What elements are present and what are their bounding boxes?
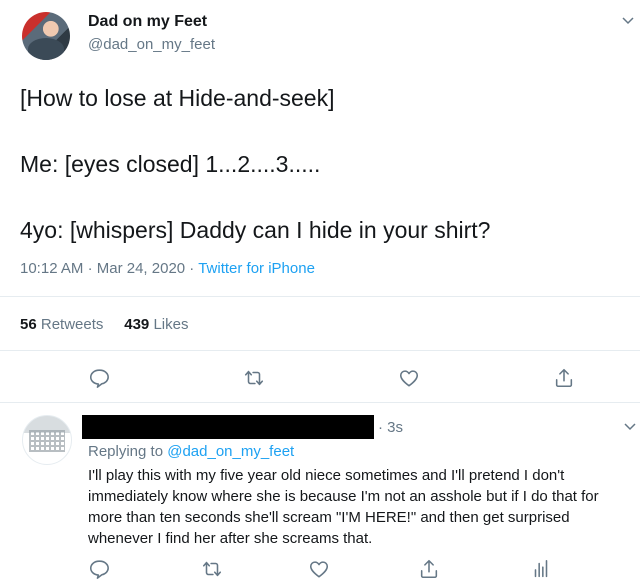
retweets-label: Retweets — [40, 316, 104, 333]
tweet-time[interactable]: 10:12 AM — [20, 260, 83, 277]
divider — [0, 350, 640, 351]
likes-stat[interactable]: 439 Likes — [124, 316, 188, 333]
tweet-stats: 56 Retweets 439 Likes — [20, 316, 188, 333]
author-avatar[interactable] — [22, 12, 70, 60]
replying-to-handle[interactable]: @dad_on_my_feet — [167, 443, 294, 460]
replying-prefix: Replying to — [88, 443, 164, 460]
meta-separator: · — [87, 260, 93, 277]
retweets-stat[interactable]: 56 Retweets — [20, 316, 103, 333]
reply-icon[interactable] — [88, 367, 110, 389]
chevron-down-icon[interactable] — [624, 420, 636, 432]
reply-author-avatar[interactable] — [22, 415, 72, 465]
author-display-name[interactable]: Dad on my Feet — [88, 13, 207, 31]
tweet-text: [How to lose at Hide-and-seek] Me: [eyes… — [20, 85, 491, 243]
divider — [0, 402, 640, 403]
retweets-count: 56 — [20, 316, 37, 333]
tweet-meta: 10:12 AM · Mar 24, 2020 · Twitter for iP… — [20, 260, 315, 277]
reply-timestamp[interactable]: · 3s — [378, 419, 403, 436]
analytics-icon[interactable] — [530, 558, 552, 580]
redacted-author-name — [82, 415, 374, 439]
author-handle[interactable]: @dad_on_my_feet — [88, 36, 215, 53]
retweet-icon[interactable] — [243, 367, 265, 389]
divider — [0, 296, 640, 297]
like-icon[interactable] — [308, 558, 330, 580]
likes-count: 439 — [124, 316, 150, 333]
reply-text: I'll play this with my five year old nie… — [88, 467, 599, 547]
meta-separator: · — [189, 260, 195, 277]
chevron-down-icon[interactable] — [622, 14, 634, 26]
tweet-source-link[interactable]: Twitter for iPhone — [198, 260, 315, 277]
share-icon[interactable] — [553, 367, 575, 389]
retweet-icon[interactable] — [201, 558, 223, 580]
replying-to-line: Replying to @dad_on_my_feet — [88, 443, 294, 460]
likes-label: Likes — [153, 316, 189, 333]
share-icon[interactable] — [418, 558, 440, 580]
like-icon[interactable] — [398, 367, 420, 389]
tweet-date[interactable]: Mar 24, 2020 — [97, 260, 185, 277]
reply-icon[interactable] — [88, 558, 110, 580]
